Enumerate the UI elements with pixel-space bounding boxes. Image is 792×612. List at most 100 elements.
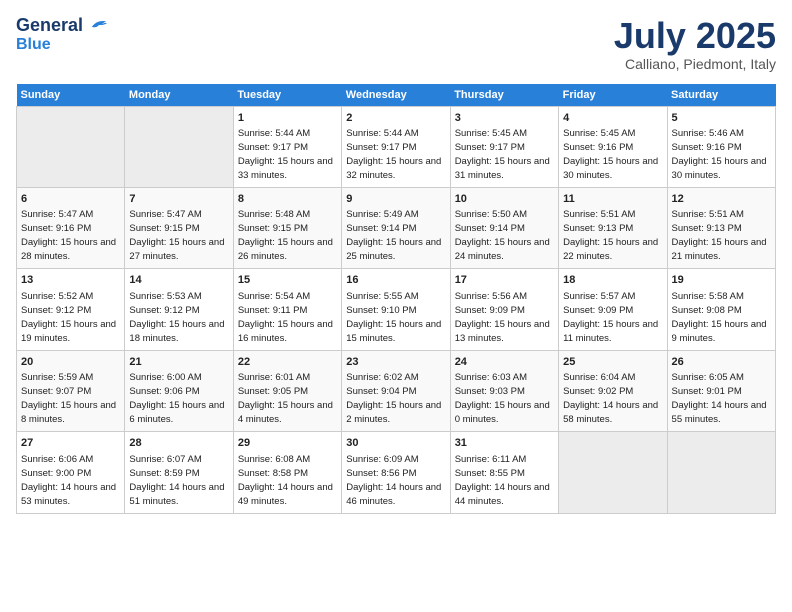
day-info: Sunrise: 6:06 AMSunset: 9:00 PMDaylight:…	[21, 454, 116, 507]
day-number: 30	[346, 436, 445, 451]
calendar-cell: 12 Sunrise: 5:51 AMSunset: 9:13 PMDayligh…	[667, 187, 775, 268]
col-tuesday: Tuesday	[233, 84, 341, 107]
day-info: Sunrise: 6:05 AMSunset: 9:01 PMDaylight:…	[672, 372, 767, 425]
calendar-table: Sunday Monday Tuesday Wednesday Thursday…	[16, 84, 776, 514]
day-info: Sunrise: 6:07 AMSunset: 8:59 PMDaylight:…	[129, 454, 224, 507]
calendar-cell: 5 Sunrise: 5:46 AMSunset: 9:16 PMDaylight…	[667, 106, 775, 187]
day-info: Sunrise: 5:44 AMSunset: 9:17 PMDaylight:…	[346, 128, 441, 181]
day-info: Sunrise: 5:44 AMSunset: 9:17 PMDaylight:…	[238, 128, 333, 181]
calendar-cell: 6 Sunrise: 5:47 AMSunset: 9:16 PMDaylight…	[17, 187, 125, 268]
calendar-cell: 29 Sunrise: 6:08 AMSunset: 8:58 PMDayligh…	[233, 432, 341, 513]
calendar-cell: 7 Sunrise: 5:47 AMSunset: 9:15 PMDaylight…	[125, 187, 233, 268]
day-number: 20	[21, 355, 120, 370]
day-number: 12	[672, 192, 771, 207]
logo-general: General	[16, 15, 83, 35]
calendar-cell: 9Sunrise: 5:49 AMSunset: 9:14 PMDaylight…	[342, 187, 450, 268]
day-info: Sunrise: 6:03 AMSunset: 9:03 PMDaylight:…	[455, 372, 550, 425]
day-number: 27	[21, 436, 120, 451]
day-number: 14	[129, 273, 228, 288]
day-info: Sunrise: 6:04 AMSunset: 9:02 PMDaylight:…	[563, 372, 658, 425]
day-number: 24	[455, 355, 554, 370]
day-info: Sunrise: 5:58 AMSunset: 9:08 PMDaylight:…	[672, 291, 767, 344]
title-block: July 2025 Calliano, Piedmont, Italy	[614, 16, 776, 72]
day-info: Sunrise: 5:47 AMSunset: 9:16 PMDaylight:…	[21, 209, 116, 262]
calendar-cell: 8 Sunrise: 5:48 AMSunset: 9:15 PMDaylight…	[233, 187, 341, 268]
day-number: 4	[563, 111, 662, 126]
day-info: Sunrise: 5:48 AMSunset: 9:15 PMDaylight:…	[238, 209, 333, 262]
col-sunday: Sunday	[17, 84, 125, 107]
col-thursday: Thursday	[450, 84, 558, 107]
calendar-cell	[559, 432, 667, 513]
calendar-cell: 16 Sunrise: 5:55 AMSunset: 9:10 PMDayligh…	[342, 269, 450, 350]
day-info: Sunrise: 5:46 AMSunset: 9:16 PMDaylight:…	[672, 128, 767, 181]
day-number: 23	[346, 355, 445, 370]
location-subtitle: Calliano, Piedmont, Italy	[614, 56, 776, 72]
day-number: 18	[563, 273, 662, 288]
calendar-body: 1 Sunrise: 5:44 AMSunset: 9:17 PMDaylight…	[17, 106, 776, 513]
day-number: 11	[563, 192, 662, 207]
calendar-week-3: 13Sunrise: 5:52 AMSunset: 9:12 PMDayligh…	[17, 269, 776, 350]
day-info: Sunrise: 5:47 AMSunset: 9:15 PMDaylight:…	[129, 209, 224, 262]
day-info: Sunrise: 5:54 AMSunset: 9:11 PMDaylight:…	[238, 291, 333, 344]
day-info: Sunrise: 5:51 AMSunset: 9:13 PMDaylight:…	[672, 209, 767, 262]
calendar-cell: 21 Sunrise: 6:00 AMSunset: 9:06 PMDayligh…	[125, 350, 233, 431]
calendar-week-1: 1 Sunrise: 5:44 AMSunset: 9:17 PMDaylight…	[17, 106, 776, 187]
calendar-cell: 27 Sunrise: 6:06 AMSunset: 9:00 PMDayligh…	[17, 432, 125, 513]
calendar-cell	[667, 432, 775, 513]
day-info: Sunrise: 5:50 AMSunset: 9:14 PMDaylight:…	[455, 209, 550, 262]
day-info: Sunrise: 6:00 AMSunset: 9:06 PMDaylight:…	[129, 372, 224, 425]
day-info: Sunrise: 5:45 AMSunset: 9:16 PMDaylight:…	[563, 128, 658, 181]
day-info: Sunrise: 5:45 AMSunset: 9:17 PMDaylight:…	[455, 128, 550, 181]
header-row: Sunday Monday Tuesday Wednesday Thursday…	[17, 84, 776, 107]
calendar-cell: 24 Sunrise: 6:03 AMSunset: 9:03 PMDayligh…	[450, 350, 558, 431]
calendar-cell: 11 Sunrise: 5:51 AMSunset: 9:13 PMDayligh…	[559, 187, 667, 268]
day-number: 16	[346, 273, 445, 288]
col-saturday: Saturday	[667, 84, 775, 107]
calendar-header: Sunday Monday Tuesday Wednesday Thursday…	[17, 84, 776, 107]
day-number: 22	[238, 355, 337, 370]
day-number: 21	[129, 355, 228, 370]
calendar-cell: 17Sunrise: 5:56 AMSunset: 9:09 PMDayligh…	[450, 269, 558, 350]
calendar-week-2: 6 Sunrise: 5:47 AMSunset: 9:16 PMDaylight…	[17, 187, 776, 268]
calendar-cell: 22 Sunrise: 6:01 AMSunset: 9:05 PMDayligh…	[233, 350, 341, 431]
day-number: 25	[563, 355, 662, 370]
calendar-cell: 20 Sunrise: 5:59 AMSunset: 9:07 PMDayligh…	[17, 350, 125, 431]
day-info: Sunrise: 5:57 AMSunset: 9:09 PMDaylight:…	[563, 291, 658, 344]
day-info: Sunrise: 6:02 AMSunset: 9:04 PMDaylight:…	[346, 372, 441, 425]
calendar-cell: 4 Sunrise: 5:45 AMSunset: 9:16 PMDaylight…	[559, 106, 667, 187]
logo-blue: Blue	[16, 36, 51, 54]
day-number: 8	[238, 192, 337, 207]
calendar-cell: 31Sunrise: 6:11 AMSunset: 8:55 PMDayligh…	[450, 432, 558, 513]
day-number: 13	[21, 273, 120, 288]
day-number: 3	[455, 111, 554, 126]
calendar-cell: 28 Sunrise: 6:07 AMSunset: 8:59 PMDayligh…	[125, 432, 233, 513]
day-number: 26	[672, 355, 771, 370]
calendar-cell: 1 Sunrise: 5:44 AMSunset: 9:17 PMDaylight…	[233, 106, 341, 187]
col-wednesday: Wednesday	[342, 84, 450, 107]
day-info: Sunrise: 5:55 AMSunset: 9:10 PMDaylight:…	[346, 291, 441, 344]
day-number: 6	[21, 192, 120, 207]
day-info: Sunrise: 5:59 AMSunset: 9:07 PMDaylight:…	[21, 372, 116, 425]
day-number: 28	[129, 436, 228, 451]
page-header: General Blue July 2025 Calliano, Piedmon…	[16, 16, 776, 72]
day-info: Sunrise: 6:09 AMSunset: 8:56 PMDaylight:…	[346, 454, 441, 507]
calendar-week-5: 27 Sunrise: 6:06 AMSunset: 9:00 PMDayligh…	[17, 432, 776, 513]
logo-name: General	[16, 16, 108, 36]
day-number: 5	[672, 111, 771, 126]
day-number: 7	[129, 192, 228, 207]
calendar-week-4: 20 Sunrise: 5:59 AMSunset: 9:07 PMDayligh…	[17, 350, 776, 431]
day-info: Sunrise: 6:01 AMSunset: 9:05 PMDaylight:…	[238, 372, 333, 425]
calendar-cell: 13Sunrise: 5:52 AMSunset: 9:12 PMDayligh…	[17, 269, 125, 350]
month-title: July 2025	[614, 16, 776, 56]
logo-bird-icon	[90, 17, 108, 31]
day-info: Sunrise: 5:51 AMSunset: 9:13 PMDaylight:…	[563, 209, 658, 262]
calendar-cell: 19Sunrise: 5:58 AMSunset: 9:08 PMDayligh…	[667, 269, 775, 350]
day-info: Sunrise: 6:11 AMSunset: 8:55 PMDaylight:…	[455, 454, 550, 507]
calendar-cell: 3 Sunrise: 5:45 AMSunset: 9:17 PMDaylight…	[450, 106, 558, 187]
day-info: Sunrise: 6:08 AMSunset: 8:58 PMDaylight:…	[238, 454, 333, 507]
day-number: 29	[238, 436, 337, 451]
col-friday: Friday	[559, 84, 667, 107]
day-info: Sunrise: 5:56 AMSunset: 9:09 PMDaylight:…	[455, 291, 550, 344]
calendar-cell: 10Sunrise: 5:50 AMSunset: 9:14 PMDayligh…	[450, 187, 558, 268]
day-number: 1	[238, 111, 337, 126]
